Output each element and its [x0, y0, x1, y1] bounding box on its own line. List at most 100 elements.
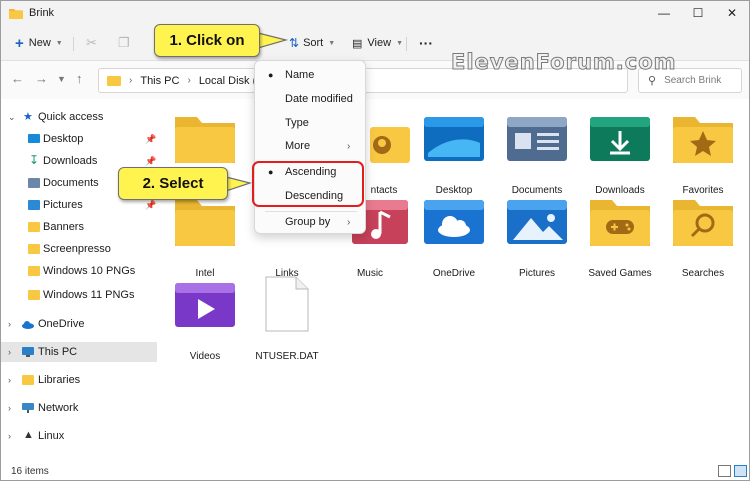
nav-network[interactable]: › Network	[1, 398, 157, 418]
highlight-box	[252, 161, 364, 207]
large-icons-view-icon[interactable]	[734, 465, 747, 477]
chevron-down-icon: ▼	[396, 39, 403, 47]
sort-by-date-modified-item[interactable]: Date modified	[255, 87, 365, 111]
documents-folder-icon	[507, 117, 567, 161]
file-item-videos[interactable]: Videos	[165, 275, 245, 365]
chevron-right-icon: ›	[8, 319, 11, 329]
search-placeholder: Search Brink	[664, 75, 722, 86]
desktop-icon	[28, 134, 40, 143]
nav-libraries[interactable]: › Libraries	[1, 370, 157, 390]
selected-dot-icon: ●	[268, 70, 274, 80]
nav-banners[interactable]: Banners	[1, 217, 157, 237]
favorites-folder-icon	[673, 117, 733, 163]
nav-linux[interactable]: › ▲ Linux	[1, 426, 157, 446]
nav-label: This PC	[38, 346, 78, 358]
callout-pointer	[258, 32, 288, 49]
file-view: ntacts Desktop Documents Downloads Favor…	[157, 99, 749, 461]
star-icon: ★	[23, 111, 33, 123]
pictures-icon	[28, 200, 40, 210]
nav-label: Windows 10 PNGs	[43, 265, 136, 277]
chevron-right-icon: ›	[8, 347, 11, 357]
file-item-documents[interactable]: Documents	[497, 109, 577, 199]
nav-label: Banners	[43, 221, 84, 233]
title-bar: Brink — ☐ ✕	[1, 1, 749, 25]
cloud-icon	[22, 321, 34, 329]
file-label: Music	[356, 268, 384, 279]
callout-pointer	[226, 176, 252, 192]
recent-chevron-icon[interactable]: ▼	[57, 74, 66, 84]
folder-icon	[28, 290, 40, 300]
nav-this-pc[interactable]: › This PC	[1, 342, 157, 362]
folder-icon	[175, 117, 235, 163]
nav-desktop[interactable]: Desktop 📌	[1, 129, 157, 149]
chevron-right-icon: ›	[347, 140, 351, 152]
nav-onedrive[interactable]: › OneDrive	[1, 314, 157, 334]
new-button[interactable]: + New ▼	[15, 31, 63, 55]
sort-label: Sort	[303, 37, 324, 49]
libraries-icon	[22, 375, 34, 385]
file-label: OneDrive	[432, 268, 476, 279]
back-arrow-icon[interactable]: ←	[11, 71, 24, 86]
search-icon: ⚲	[648, 75, 657, 87]
nav-windows-11-pngs[interactable]: Windows 11 PNGs	[1, 285, 157, 305]
chevron-right-icon: ›	[129, 75, 133, 86]
minimize-button[interactable]: —	[647, 1, 681, 25]
breadcrumb-this-pc[interactable]: This PC	[140, 75, 179, 87]
document-file-icon	[265, 276, 309, 332]
searches-folder-icon	[673, 200, 733, 246]
file-item-downloads[interactable]: Downloads	[580, 109, 660, 199]
nav-label: Quick access	[38, 111, 104, 123]
new-label: New	[28, 37, 51, 49]
more-options-button[interactable]: ···	[419, 31, 433, 55]
file-item-pictures[interactable]: Pictures	[497, 192, 577, 282]
up-arrow-icon[interactable]: ↑	[76, 71, 83, 86]
pin-icon: 📌	[145, 155, 157, 166]
network-icon	[22, 403, 34, 413]
sort-by-name-item[interactable]: ● Name	[255, 63, 365, 87]
file-item-onedrive[interactable]: OneDrive	[414, 192, 494, 282]
linux-icon: ▲	[23, 429, 34, 441]
nav-quick-access[interactable]: ⌄ ★ Quick access	[1, 107, 157, 127]
file-item-saved-games[interactable]: Saved Games	[580, 192, 660, 282]
desktop-folder-icon	[424, 117, 484, 161]
group-by-item[interactable]: Group by ›	[255, 210, 365, 234]
toolbar-divider	[406, 37, 407, 51]
videos-folder-icon	[175, 283, 235, 327]
file-label: NTUSER.DAT	[255, 351, 319, 362]
pictures-folder-icon	[507, 200, 567, 244]
sort-by-type-item[interactable]: Type	[255, 111, 365, 135]
file-item-intel[interactable]: Intel	[165, 192, 245, 282]
nav-screenpresso[interactable]: Screenpresso	[1, 239, 157, 259]
cut-icon[interactable]: ✂	[86, 31, 97, 55]
pin-icon: 📌	[145, 199, 157, 210]
forward-arrow-icon[interactable]: →	[35, 71, 48, 86]
folder-icon	[28, 244, 40, 254]
file-item-favorites[interactable]: Favorites	[663, 109, 743, 199]
file-item-ntuser-dat[interactable]: NTUSER.DAT	[247, 275, 327, 365]
chevron-right-icon: ›	[8, 403, 11, 413]
nav-label: Downloads	[43, 155, 98, 167]
menu-item-label: Name	[285, 69, 315, 81]
maximize-button[interactable]: ☐	[681, 1, 715, 25]
file-label: Pictures	[518, 268, 556, 279]
nav-windows-10-pngs[interactable]: Windows 10 PNGs	[1, 261, 157, 281]
nav-label: OneDrive	[38, 318, 85, 330]
sort-more-item[interactable]: More ›	[255, 134, 365, 158]
contacts-folder-icon	[370, 127, 410, 163]
watermark: ElevenForum.com	[451, 50, 677, 75]
sort-icon: ⇅	[289, 36, 300, 50]
file-item-searches[interactable]: Searches	[663, 192, 743, 282]
close-button[interactable]: ✕	[715, 1, 749, 25]
file-item-desktop[interactable]: Desktop	[414, 109, 494, 199]
details-view-icon[interactable]	[718, 465, 731, 477]
nav-label: Screenpresso	[43, 243, 111, 255]
file-label: Videos	[189, 351, 221, 362]
copy-icon[interactable]: ❐	[118, 31, 130, 55]
sort-button[interactable]: ⇅ Sort ▼	[289, 31, 335, 55]
nav-label: Documents	[43, 177, 99, 189]
callout-step-2: 2. Select	[118, 167, 228, 200]
chevron-right-icon: ›	[8, 375, 11, 385]
folder-icon	[28, 266, 40, 276]
folder-icon	[9, 8, 23, 19]
view-button[interactable]: ▤ View ▼	[352, 31, 403, 55]
